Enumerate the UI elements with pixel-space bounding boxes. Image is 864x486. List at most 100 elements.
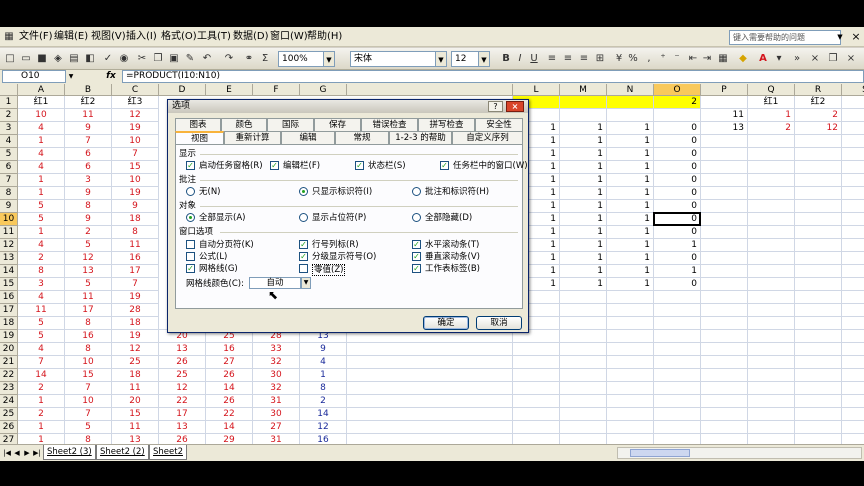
startup-taskpane-checkbox[interactable]: ✓: [186, 161, 195, 170]
sheet-tab[interactable]: Sheet2 (3): [43, 445, 96, 460]
cell[interactable]: 12: [112, 109, 159, 122]
cell[interactable]: 19: [112, 187, 159, 200]
cell[interactable]: 0: [654, 200, 701, 213]
cell[interactable]: [795, 187, 842, 200]
cell[interactable]: 1: [18, 226, 65, 239]
cell[interactable]: 0: [654, 174, 701, 187]
cell[interactable]: [654, 291, 701, 304]
cell[interactable]: 15: [65, 369, 112, 382]
cell[interactable]: 17: [65, 304, 112, 317]
cell[interactable]: [795, 200, 842, 213]
column-header[interactable]: M: [560, 84, 607, 96]
cell[interactable]: [795, 330, 842, 343]
cell[interactable]: 32: [253, 356, 300, 369]
cell[interactable]: 27: [206, 356, 253, 369]
row-header[interactable]: 11: [0, 226, 18, 239]
undo-icon[interactable]: ↶: [200, 52, 214, 66]
cell[interactable]: [701, 278, 748, 291]
cell[interactable]: [607, 408, 654, 421]
outline-symbols-checkbox[interactable]: ✓: [299, 252, 308, 261]
cell[interactable]: [560, 408, 607, 421]
cell[interactable]: 2: [748, 122, 795, 135]
cell[interactable]: 30: [253, 408, 300, 421]
cell[interactable]: [701, 369, 748, 382]
tab-spelling[interactable]: 拼写检查: [418, 118, 475, 131]
prev-sheet-icon[interactable]: ◀: [12, 448, 22, 459]
cell[interactable]: [607, 343, 654, 356]
zero-values-checkbox[interactable]: [299, 264, 308, 273]
cell[interactable]: [842, 96, 864, 109]
cell[interactable]: 11: [701, 109, 748, 122]
cell[interactable]: 2: [795, 109, 842, 122]
cell[interactable]: 8: [112, 226, 159, 239]
column-header[interactable]: E: [206, 84, 253, 96]
tab-color[interactable]: 颜色: [221, 118, 267, 131]
align-right-icon[interactable]: ≡: [577, 52, 591, 66]
next-sheet-icon[interactable]: ▶: [22, 448, 32, 459]
cell[interactable]: 0: [654, 148, 701, 161]
column-header[interactable]: S: [842, 84, 864, 96]
cell[interactable]: [842, 291, 864, 304]
row-header[interactable]: 25: [0, 408, 18, 421]
cell[interactable]: [347, 369, 513, 382]
row-header[interactable]: 6: [0, 161, 18, 174]
cell[interactable]: [842, 369, 864, 382]
increase-decimal-icon[interactable]: ⁺: [656, 52, 670, 66]
cell[interactable]: 11: [112, 239, 159, 252]
row-header[interactable]: 23: [0, 382, 18, 395]
cell[interactable]: [347, 382, 513, 395]
cell[interactable]: [748, 187, 795, 200]
paste-icon[interactable]: ▣: [167, 52, 181, 66]
cell[interactable]: 10: [65, 356, 112, 369]
cell[interactable]: 4: [18, 291, 65, 304]
cell[interactable]: 27: [253, 421, 300, 434]
cell[interactable]: [560, 395, 607, 408]
cell[interactable]: 1: [607, 174, 654, 187]
cell[interactable]: 32: [253, 382, 300, 395]
cell[interactable]: [607, 304, 654, 317]
insert-function-icon[interactable]: fx: [104, 70, 118, 83]
cell[interactable]: 0: [654, 226, 701, 239]
cell[interactable]: [513, 408, 560, 421]
cell[interactable]: [607, 434, 654, 444]
cell[interactable]: [560, 369, 607, 382]
cell[interactable]: [654, 330, 701, 343]
row-header[interactable]: 3: [0, 122, 18, 135]
row-header[interactable]: 19: [0, 330, 18, 343]
cell[interactable]: [654, 434, 701, 444]
cell[interactable]: 26: [159, 434, 206, 444]
cell[interactable]: [795, 161, 842, 174]
cell[interactable]: [842, 343, 864, 356]
cell[interactable]: [701, 330, 748, 343]
cell[interactable]: [748, 200, 795, 213]
cell[interactable]: 1: [560, 174, 607, 187]
objects-hide-all-radio[interactable]: [412, 213, 421, 222]
cell[interactable]: 10: [18, 109, 65, 122]
cell[interactable]: 8: [65, 434, 112, 444]
cell[interactable]: 8: [65, 343, 112, 356]
align-center-icon[interactable]: ≡: [561, 52, 575, 66]
cell[interactable]: 10: [112, 174, 159, 187]
tab-lotus-help[interactable]: 1-2-3 的帮助: [389, 131, 452, 144]
cell[interactable]: 8: [65, 317, 112, 330]
comments-both-radio[interactable]: [412, 187, 421, 196]
tab-save[interactable]: 保存: [314, 118, 361, 131]
cell[interactable]: 15: [112, 408, 159, 421]
cell[interactable]: [560, 291, 607, 304]
print-icon[interactable]: ▤: [67, 52, 81, 66]
fill-color-icon[interactable]: ◆: [736, 52, 750, 66]
cell[interactable]: 12: [795, 122, 842, 135]
cell[interactable]: [513, 434, 560, 444]
cell[interactable]: [842, 187, 864, 200]
cell[interactable]: 1: [18, 421, 65, 434]
cell[interactable]: 1: [654, 239, 701, 252]
column-header[interactable]: A: [18, 84, 65, 96]
cell[interactable]: 1: [560, 161, 607, 174]
cell[interactable]: 7: [112, 278, 159, 291]
cell[interactable]: 红2: [795, 96, 842, 109]
cell[interactable]: 0: [654, 135, 701, 148]
cell[interactable]: 19: [112, 122, 159, 135]
cell[interactable]: [842, 304, 864, 317]
row-header[interactable]: 20: [0, 343, 18, 356]
save-icon[interactable]: ■: [35, 52, 49, 66]
